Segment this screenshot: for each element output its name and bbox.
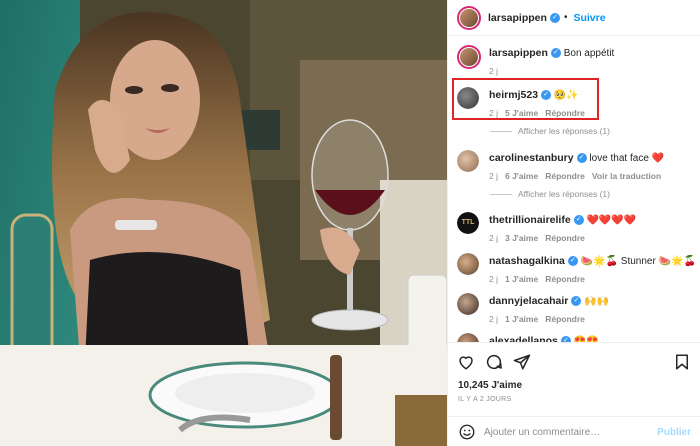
commenter-avatar[interactable] — [457, 293, 479, 315]
commenter-avatar[interactable] — [457, 253, 479, 275]
comment-likes[interactable]: 6 J'aime — [505, 171, 538, 181]
reply-button[interactable]: Répondre — [545, 314, 585, 324]
caption-text: Bon appétit — [563, 48, 615, 59]
commenter-username[interactable]: alexadellanos — [489, 335, 558, 342]
author-username[interactable]: larsapippen — [488, 12, 547, 24]
heart-icon[interactable] — [457, 353, 475, 371]
commenter-username[interactable]: natashagalkina — [489, 255, 565, 267]
caption-username[interactable]: larsapippen — [489, 47, 548, 59]
dot-separator: • — [563, 12, 568, 23]
comment-text: 🙌🙌 — [584, 296, 610, 307]
commenter-username[interactable]: thetrillionairelife — [489, 214, 571, 226]
verified-badge-icon: ✓ — [576, 153, 587, 164]
commenter-username[interactable]: carolinestanbury — [489, 152, 574, 164]
add-comment-bar: Publier — [448, 416, 700, 446]
verified-badge-icon: ✓ — [549, 12, 560, 23]
comment-likes[interactable]: 5 J'aime — [505, 108, 538, 118]
comment-time[interactable]: 2 j — [489, 171, 498, 181]
view-replies-button[interactable]: Afficher les réponses (1) — [490, 189, 610, 199]
comment-likes[interactable]: 3 J'aime — [505, 233, 538, 243]
post-actions: 10,245 J'aime IL Y A 2 JOURS Publier — [448, 342, 700, 446]
commenter-username[interactable]: dannyjelacahair — [489, 295, 568, 307]
reply-button[interactable]: Répondre — [545, 233, 585, 243]
author-avatar[interactable] — [457, 5, 481, 30]
like-count[interactable]: 10,245 J'aime — [458, 380, 522, 391]
reply-button[interactable]: Répondre — [545, 274, 585, 284]
comment-text: ❤️❤️❤️❤️ — [586, 215, 637, 226]
commenter-avatar[interactable] — [457, 87, 479, 109]
commenter-avatar[interactable]: TTL — [457, 212, 479, 234]
translate-button[interactable]: Voir la traduction — [592, 171, 661, 181]
emoji-icon[interactable] — [458, 423, 476, 441]
post-photo — [0, 0, 447, 446]
comments-list: larsapippen ✓ Bon appétit 2 j heirmj523 ✓ … — [448, 37, 700, 342]
comment-time[interactable]: 2 j — [489, 314, 498, 324]
comment-likes[interactable]: 1 J'aime — [505, 314, 538, 324]
verified-badge-icon: ✓ — [571, 296, 582, 307]
post-side-panel: larsapippen ✓ • Suivre larsapippen ✓ Bon … — [447, 0, 700, 446]
verified-badge-icon: ✓ — [541, 90, 552, 101]
publish-button[interactable]: Publier — [657, 427, 691, 438]
comment-text: love that face ❤️ — [589, 153, 665, 164]
reply-button[interactable]: Répondre — [545, 108, 585, 118]
comment-time[interactable]: 2 j — [489, 233, 498, 243]
follow-button[interactable]: Suivre — [573, 12, 605, 24]
verified-badge-icon: ✓ — [567, 256, 578, 267]
comment-time[interactable]: 2 j — [489, 108, 498, 118]
caption-time[interactable]: 2 j — [489, 66, 498, 76]
comment-input[interactable] — [484, 426, 634, 438]
commenter-avatar[interactable] — [457, 333, 479, 342]
commenter-avatar[interactable] — [457, 150, 479, 172]
bookmark-icon[interactable] — [673, 353, 691, 371]
comment-time[interactable]: 2 j — [489, 274, 498, 284]
comment-likes[interactable]: 1 J'aime — [505, 274, 538, 284]
comment-text: 🍉🌟🍒 Stunner 🍉🌟🍒 — [580, 256, 696, 267]
verified-badge-icon: ✓ — [550, 48, 561, 59]
view-replies-button[interactable]: Afficher les réponses (1) — [490, 126, 610, 136]
caption-avatar[interactable] — [457, 45, 481, 69]
post-header: larsapippen ✓ • Suivre — [448, 0, 700, 36]
reply-button[interactable]: Répondre — [545, 171, 585, 181]
commenter-username[interactable]: heirmj523 — [489, 89, 538, 101]
comment-icon[interactable] — [485, 353, 503, 371]
share-icon[interactable] — [513, 353, 531, 371]
verified-badge-icon: ✓ — [573, 215, 584, 226]
comment-text: 🥺✨ — [553, 90, 579, 101]
post-time[interactable]: IL Y A 2 JOURS — [458, 396, 512, 403]
